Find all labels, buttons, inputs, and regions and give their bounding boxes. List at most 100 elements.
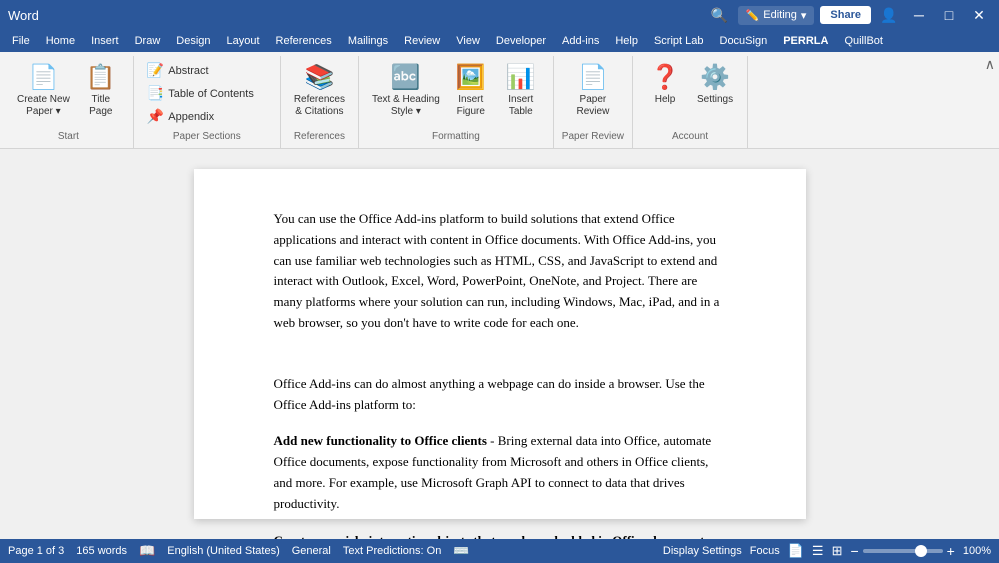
zoom-thumb[interactable] xyxy=(915,545,927,557)
ribbon: 📄 Create NewPaper ▾ 📋 TitlePage Start 📝 … xyxy=(0,52,999,149)
minimize-button[interactable]: ─ xyxy=(907,3,931,27)
insert-figure-label: InsertFigure xyxy=(457,94,485,118)
chevron-icon: ▾ xyxy=(801,9,807,22)
menu-insert[interactable]: Insert xyxy=(83,33,127,49)
title-bar-right: 🔍 ✏️ Editing ▾ Share 👤 ─ □ ✕ xyxy=(708,3,991,27)
word-count-icon[interactable]: 📖 xyxy=(139,543,155,559)
new-paper-label: Create NewPaper ▾ xyxy=(17,94,70,118)
menu-script-lab[interactable]: Script Lab xyxy=(646,33,712,49)
document-page: You can use the Office Add-ins platform … xyxy=(194,169,806,519)
appendix-button[interactable]: 📌 Appendix xyxy=(142,106,272,127)
menu-layout[interactable]: Layout xyxy=(219,33,268,49)
pencil-icon: ✏️ xyxy=(746,9,760,22)
status-bar: Page 1 of 3 165 words 📖 English (United … xyxy=(0,539,999,563)
ribbon-group-paper-review: 📄 PaperReview Paper Review xyxy=(554,56,633,148)
ribbon-group-references-label: References xyxy=(294,127,345,144)
menu-quillbot[interactable]: QuillBot xyxy=(836,33,891,49)
help-icon: ❓ xyxy=(650,63,680,92)
menu-home[interactable]: Home xyxy=(38,33,83,49)
spacer-1 xyxy=(274,350,726,374)
ribbon-group-paper-sections: 📝 Abstract 📑 Table of Contents 📌 Appendi… xyxy=(134,56,281,148)
settings-label: Settings xyxy=(697,94,733,106)
language: English (United States) xyxy=(167,545,280,557)
insert-table-icon: 📊 xyxy=(506,63,536,92)
references-citations-button[interactable]: 📚 References& Citations xyxy=(289,60,350,121)
focus[interactable]: Focus xyxy=(750,545,780,557)
paper-review-button[interactable]: 📄 PaperReview xyxy=(569,60,617,121)
appendix-icon: 📌 xyxy=(147,108,164,125)
ribbon-group-formatting: 🔤 Text & HeadingStyle ▾ 🖼️ InsertFigure … xyxy=(359,56,554,148)
help-button[interactable]: ❓ Help xyxy=(641,60,689,109)
abstract-icon: 📝 xyxy=(147,62,164,79)
zoom-track xyxy=(863,549,943,553)
menu-draw[interactable]: Draw xyxy=(127,33,169,49)
menu-developer[interactable]: Developer xyxy=(488,33,554,49)
help-label: Help xyxy=(655,94,676,106)
status-right: Display Settings Focus 📄 ☰ ⊞ − + 100% xyxy=(663,543,991,559)
text-style-label: Text & HeadingStyle ▾ xyxy=(372,94,440,118)
restore-button[interactable]: □ xyxy=(937,3,961,27)
menu-help[interactable]: Help xyxy=(607,33,646,49)
paragraph-1: You can use the Office Add-ins platform … xyxy=(274,209,726,334)
ribbon-group-paper-sections-label: Paper Sections xyxy=(173,127,241,144)
search-button[interactable]: 🔍 xyxy=(708,3,732,27)
title-page-button[interactable]: 📋 TitlePage xyxy=(77,60,125,121)
zoom-plus[interactable]: + xyxy=(947,543,955,559)
paper-review-items: 📄 PaperReview xyxy=(569,60,617,127)
formatting-items: 🔤 Text & HeadingStyle ▾ 🖼️ InsertFigure … xyxy=(367,60,545,127)
para-3-bold: Add new functionality to Office clients xyxy=(274,433,487,448)
ribbon-group-formatting-label: Formatting xyxy=(432,127,480,144)
view-icon-2[interactable]: ☰ xyxy=(812,543,824,559)
view-icon-3[interactable]: ⊞ xyxy=(832,543,843,559)
settings-button[interactable]: ⚙️ Settings xyxy=(691,60,739,109)
para-4-bold: Create new rich, interactive objects tha… xyxy=(274,533,710,539)
ribbon-group-paper-review-label: Paper Review xyxy=(562,127,624,144)
zoom-minus[interactable]: − xyxy=(850,543,858,559)
menu-file[interactable]: File xyxy=(4,33,38,49)
menu-mailings[interactable]: Mailings xyxy=(340,33,396,49)
settings-icon: ⚙️ xyxy=(700,63,730,92)
menu-docusign[interactable]: DocuSign xyxy=(712,33,776,49)
paper-sections-items: 📝 Abstract 📑 Table of Contents 📌 Appendi… xyxy=(142,60,272,127)
text-style-icon: 🔤 xyxy=(391,63,421,92)
create-new-paper-button[interactable]: 📄 Create NewPaper ▾ xyxy=(12,60,75,121)
account-icon-button[interactable]: 👤 xyxy=(877,3,901,27)
editing-label: Editing xyxy=(763,9,797,21)
new-paper-icon: 📄 xyxy=(28,63,58,92)
text-heading-style-button[interactable]: 🔤 Text & HeadingStyle ▾ xyxy=(367,60,445,121)
ribbon-group-start-items: 📄 Create NewPaper ▾ 📋 TitlePage xyxy=(12,60,125,127)
editing-button[interactable]: ✏️ Editing ▾ xyxy=(738,6,815,25)
view-icon-1[interactable]: 📄 xyxy=(788,543,804,559)
close-button[interactable]: ✕ xyxy=(967,3,991,27)
references-label: References& Citations xyxy=(294,94,345,118)
ribbon-group-references: 📚 References& Citations References xyxy=(281,56,359,148)
abstract-button[interactable]: 📝 Abstract xyxy=(142,60,272,81)
share-button[interactable]: Share xyxy=(820,6,871,24)
ribbon-collapse-button[interactable]: ∧ xyxy=(985,56,995,73)
insert-figure-button[interactable]: 🖼️ InsertFigure xyxy=(447,60,495,121)
menu-perrla[interactable]: PERRLA xyxy=(775,33,836,49)
ribbon-group-start: 📄 Create NewPaper ▾ 📋 TitlePage Start xyxy=(4,56,134,148)
toc-icon: 📑 xyxy=(147,85,164,102)
insert-table-button[interactable]: 📊 InsertTable xyxy=(497,60,545,121)
menu-view[interactable]: View xyxy=(448,33,488,49)
title-bar-title: Word xyxy=(8,8,39,23)
title-page-label: TitlePage xyxy=(89,94,112,118)
display-settings[interactable]: Display Settings xyxy=(663,545,742,557)
paper-review-label: PaperReview xyxy=(577,94,610,118)
word-count: 165 words xyxy=(76,545,127,557)
insert-table-label: InsertTable xyxy=(508,94,533,118)
ribbon-group-account-label: Account xyxy=(672,127,708,144)
table-of-contents-button[interactable]: 📑 Table of Contents xyxy=(142,83,272,104)
text-predictions-icon[interactable]: ⌨️ xyxy=(453,543,469,559)
paragraph-4: Create new rich, interactive objects tha… xyxy=(274,531,726,539)
menu-design[interactable]: Design xyxy=(168,33,218,49)
menu-bar: File Home Insert Draw Design Layout Refe… xyxy=(0,30,999,52)
menu-references[interactable]: References xyxy=(268,33,340,49)
page-info: Page 1 of 3 xyxy=(8,545,64,557)
abstract-label: Abstract xyxy=(168,65,208,77)
ribbon-group-account: ❓ Help ⚙️ Settings Account xyxy=(633,56,748,148)
menu-add-ins[interactable]: Add-ins xyxy=(554,33,607,49)
menu-review[interactable]: Review xyxy=(396,33,448,49)
text-predictions: Text Predictions: On xyxy=(343,545,441,557)
